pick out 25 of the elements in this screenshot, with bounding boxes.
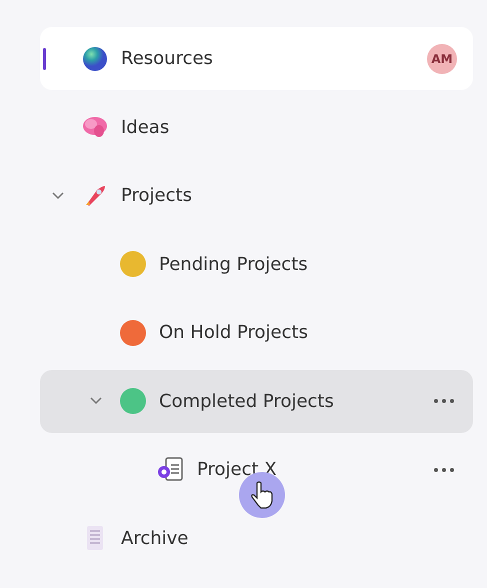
item-label: Archive: [121, 528, 190, 548]
sidebar-item[interactable]: On Hold Projects: [40, 301, 473, 364]
item-label: Projects: [121, 185, 193, 206]
document-icon: [158, 456, 183, 480]
avatar-initials: AM: [427, 44, 457, 74]
item-label: Pending Projects: [159, 254, 309, 274]
chevron-icon[interactable]: [52, 192, 64, 200]
item-label: Resources: [121, 48, 214, 69]
more-icon[interactable]: [433, 466, 455, 472]
item-label: Completed Projects: [159, 390, 335, 412]
sidebar-item[interactable]: Projects: [40, 164, 473, 227]
globe-icon: [83, 46, 107, 70]
sidebar-item[interactable]: Pending Projects: [40, 232, 473, 296]
item-label: On Hold Projects: [159, 322, 309, 343]
sidebar-item[interactable]: Archive: [40, 506, 473, 570]
sidebar-item[interactable]: Ideas: [40, 96, 473, 158]
sidebar-item[interactable]: Completed Projects: [40, 370, 473, 432]
chevron-icon[interactable]: [90, 397, 102, 405]
selection-bar: [43, 48, 46, 70]
sidebar-item[interactable]: Resources AM: [40, 27, 473, 90]
archive-icon: [85, 525, 105, 551]
brain-icon: [82, 116, 108, 138]
more-icon[interactable]: [433, 398, 455, 404]
item-label: Ideas: [121, 116, 170, 138]
rocket-icon: [83, 184, 107, 208]
